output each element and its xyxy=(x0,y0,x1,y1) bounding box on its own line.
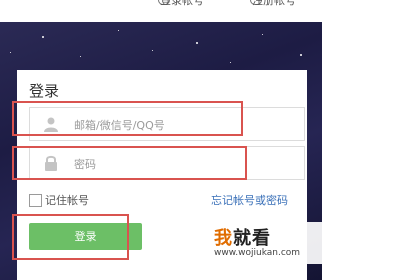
star xyxy=(262,34,263,35)
header-link-1[interactable]: 登录帐号 xyxy=(160,0,204,8)
star xyxy=(42,36,44,38)
watermark: 我就看 www.wojiukan.com xyxy=(214,222,334,264)
remember-label: 记住帐号 xyxy=(45,194,89,207)
screenshot: 登录帐号 注册帐号 登录 邮箱/微信号/QQ号 密码 记住帐号 忘记帐号或密码 … xyxy=(0,0,420,280)
star xyxy=(152,50,153,51)
star xyxy=(230,62,231,63)
remember-checkbox[interactable] xyxy=(29,194,42,207)
star xyxy=(80,56,81,57)
star xyxy=(300,54,302,56)
watermark-brand-rest: 就看 xyxy=(233,228,271,249)
top-header-strip: 登录帐号 注册帐号 xyxy=(0,0,420,22)
watermark-brand: 我就看 xyxy=(214,224,271,250)
login-button-highlight xyxy=(12,214,129,260)
star xyxy=(10,52,11,53)
watermark-brand-first: 我 xyxy=(214,228,233,249)
header-link-2[interactable]: 注册帐号 xyxy=(252,0,296,8)
account-field-highlight xyxy=(12,101,243,136)
forgot-password-link[interactable]: 忘记帐号或密码 xyxy=(211,192,288,208)
password-field-highlight xyxy=(12,146,247,180)
login-title: 登录 xyxy=(29,82,60,100)
watermark-url: www.wojiukan.com xyxy=(214,248,301,258)
star xyxy=(196,42,198,44)
star xyxy=(118,30,119,31)
